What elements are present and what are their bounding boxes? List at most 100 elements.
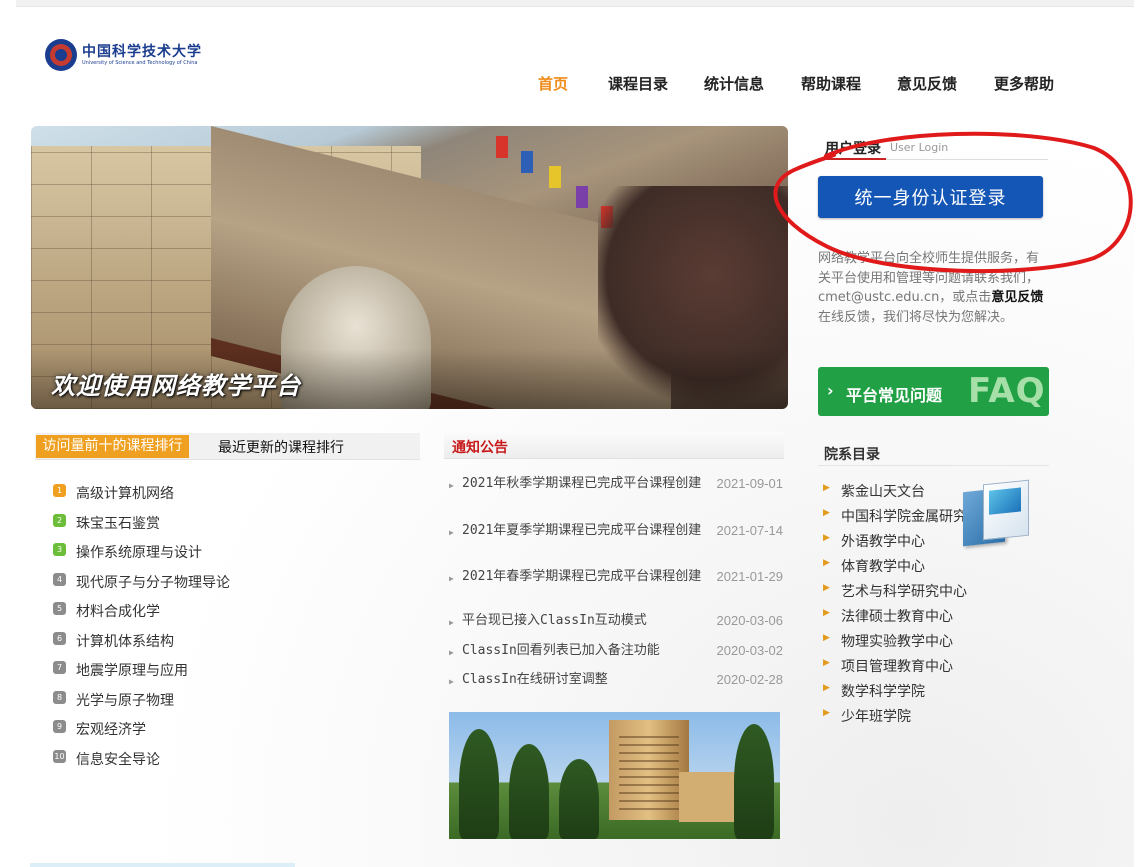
department-item[interactable]: ▶ 法律硕士教育中心 — [818, 604, 1058, 629]
campus-tree — [459, 729, 499, 839]
nav-feedback[interactable]: 意见反馈 — [897, 73, 957, 94]
bullet-icon: ▶ — [823, 508, 830, 518]
notice-text: 2021年夏季学期课程已完成平台课程创建 — [462, 523, 702, 538]
department-label: 少年班学院 — [841, 709, 911, 725]
banner-flag — [549, 166, 561, 188]
rank-number-badge: 7 — [53, 661, 66, 674]
logo-name-cn: 中国科学技术大学 — [82, 43, 202, 60]
rank-number-badge: 5 — [53, 602, 66, 615]
department-label: 紫金山天文台 — [841, 484, 925, 500]
course-name: 现代原子与分子物理导论 — [76, 574, 230, 591]
faq-banner-button[interactable]: › 平台常见问题 FAQ — [818, 367, 1049, 416]
top-border — [16, 0, 1134, 7]
course-name: 高级计算机网络 — [76, 486, 174, 502]
ranking-tabs: 访问量前十的课程排行 最近更新的课程排行 — [35, 433, 420, 460]
campus-tree — [509, 744, 549, 839]
department-item[interactable]: ▶ 项目管理教育中心 — [818, 654, 1058, 679]
department-label: 艺术与科学研究中心 — [841, 584, 967, 600]
triangle-right-icon: ▶ — [449, 481, 454, 490]
triangle-right-icon: ▶ — [449, 648, 454, 657]
nav-statistics[interactable]: 统计信息 — [704, 73, 764, 94]
notice-date: 2021-01-29 — [716, 569, 784, 584]
course-name: 地震学原理与应用 — [76, 663, 188, 679]
notice-text: 2021年春季学期课程已完成平台课程创建 — [462, 569, 702, 584]
rank-number-badge: 2 — [53, 513, 66, 527]
unified-login-button[interactable]: 统一身份认证登录 — [818, 176, 1043, 218]
department-item[interactable]: ▶ 体育教学中心 — [818, 554, 1058, 579]
department-label: 中国科学院金属研究所 — [841, 509, 981, 525]
chevron-right-icon: › — [827, 381, 834, 400]
department-item[interactable]: ▶ 数学科学学院 — [818, 679, 1058, 704]
notice-item[interactable]: ▶ 2021年夏季学期课程已完成平台课程创建 2021-07-14 — [449, 521, 785, 567]
logo-name-en: University of Science and Technology of … — [82, 59, 198, 66]
bullet-icon: ▶ — [823, 558, 830, 568]
rank-number-badge: 6 — [53, 631, 66, 645]
welcome-banner: 欢迎使用网络教学平台 — [31, 126, 788, 409]
ustc-seal-icon — [45, 39, 77, 71]
bullet-icon: ▶ — [823, 533, 830, 543]
nav-course-catalog[interactable]: 课程目录 — [608, 73, 668, 94]
footer-bar — [30, 863, 295, 867]
department-label: 数学科学学院 — [841, 684, 925, 700]
rank-number-badge: 1 — [53, 484, 66, 497]
course-name: 信息安全导论 — [76, 751, 160, 768]
notice-item[interactable]: ▶ ClassIn在线研讨室调整 2020-02-28 — [449, 670, 785, 699]
feedback-link[interactable]: 意见反馈 — [991, 290, 1043, 305]
notice-text: 平台现已接入ClassIn互动模式 — [462, 613, 647, 628]
course-ranking-panel: 访问量前十的课程排行 最近更新的课程排行 1 高级计算机网络 2 珠宝玉石鉴赏 3操… — [35, 433, 420, 813]
department-directory-title: 院系目录 — [818, 443, 1049, 466]
department-label: 法律硕士教育中心 — [841, 609, 953, 625]
banner-flag — [576, 186, 588, 208]
triangle-right-icon: ▶ — [449, 528, 454, 537]
campus-tree — [559, 759, 599, 839]
rank-number-badge: 3 — [53, 543, 66, 556]
department-label: 项目管理教育中心 — [841, 659, 953, 675]
department-item[interactable]: ▶ 物理实验教学中心 — [818, 629, 1058, 654]
tab-most-visited[interactable]: 访问量前十的课程排行 — [36, 435, 189, 458]
notice-date: 2021-07-14 — [716, 523, 784, 538]
department-label: 体育教学中心 — [841, 559, 925, 575]
faq-big-text: FAQ — [968, 371, 1046, 411]
notice-list: ▶ 2021年秋季学期课程已完成平台课程创建 2021-09-01 ▶ 2021年夏季… — [449, 474, 785, 699]
notice-item[interactable]: ▶ 平台现已接入ClassIn互动模式 2020-03-06 — [449, 611, 785, 641]
notice-date: 2020-03-06 — [716, 613, 784, 628]
course-name: 光学与原子物理 — [76, 692, 174, 709]
rank-number-badge: 8 — [53, 690, 66, 704]
campus-photo — [449, 712, 780, 839]
notice-text: 2021年秋季学期课程已完成平台课程创建 — [462, 476, 702, 491]
login-tab-underline — [818, 158, 886, 160]
rank-number-badge: 9 — [53, 720, 66, 733]
notice-title: 通知公告 — [452, 440, 508, 456]
site-logo[interactable]: 中国科学技术大学 University of Science and Techn… — [45, 39, 202, 71]
campus-building-wing — [679, 772, 739, 822]
triangle-right-icon: ▶ — [449, 677, 454, 686]
rank-number-badge: 4 — [53, 572, 66, 586]
login-tab-title: 用户登录 — [825, 141, 881, 157]
tab-recently-updated[interactable]: 最近更新的课程排行 — [218, 437, 344, 457]
course-name: 珠宝玉石鉴赏 — [76, 515, 160, 532]
bullet-icon: ▶ — [823, 583, 830, 593]
department-item[interactable]: ▶ 少年班学院 — [818, 704, 1058, 729]
notice-item[interactable]: ▶ 2021年秋季学期课程已完成平台课程创建 2021-09-01 — [449, 474, 785, 521]
campus-tree — [734, 724, 774, 839]
nav-more-help[interactable]: 更多帮助 — [994, 73, 1054, 94]
login-tab-subtitle: User Login — [890, 141, 949, 154]
course-name: 宏观经济学 — [76, 722, 146, 738]
rank-number-badge: 10 — [53, 749, 66, 763]
login-description: 网络教学平台向全校师生提供服务，有关平台使用和管理等问题请联系我们，cmet@u… — [818, 249, 1048, 327]
triangle-right-icon: ▶ — [449, 574, 454, 583]
triangle-right-icon: ▶ — [449, 618, 454, 627]
bullet-icon: ▶ — [823, 658, 830, 668]
course-name: 计算机体系结构 — [76, 633, 174, 650]
faq-label: 平台常见问题 — [846, 386, 943, 405]
nav-help-courses[interactable]: 帮助课程 — [801, 73, 861, 94]
notice-item[interactable]: ▶ 2021年春季学期课程已完成平台课程创建 2021-01-29 — [449, 567, 785, 611]
bullet-icon: ▶ — [823, 708, 830, 718]
nav-home[interactable]: 首页 — [538, 73, 568, 94]
notice-item[interactable]: ▶ ClassIn回看列表已加入备注功能 2020-03-02 — [449, 641, 785, 670]
department-item[interactable]: ▶ 艺术与科学研究中心 — [818, 579, 1058, 604]
notice-text: ClassIn回看列表已加入备注功能 — [462, 643, 660, 658]
notice-text: ClassIn在线研讨室调整 — [462, 672, 608, 687]
logo-text: 中国科学技术大学 University of Science and Techn… — [82, 44, 202, 67]
notice-date: 2021-09-01 — [716, 476, 784, 491]
